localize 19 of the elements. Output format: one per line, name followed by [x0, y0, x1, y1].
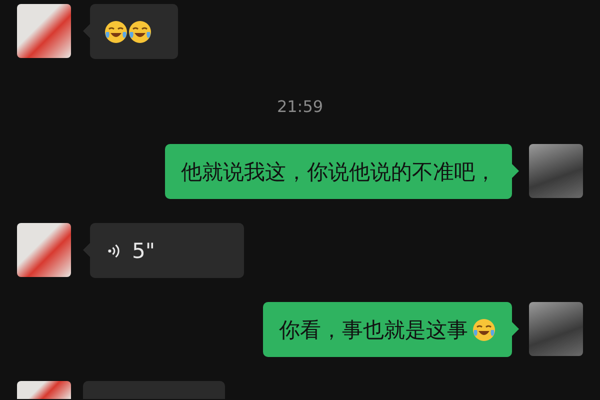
avatar-photo[interactable]	[529, 144, 583, 198]
avatar-photo[interactable]	[17, 4, 71, 58]
message-text: 他就说我这，你说他说的不准吧，	[181, 158, 496, 186]
bubble-tail	[512, 164, 519, 178]
voice-duration: 5"	[132, 238, 156, 262]
bubble-tail	[512, 322, 519, 336]
message-bubble[interactable]: 你看，事也就是这事	[263, 302, 512, 357]
laughing-tears-emoji-icon	[472, 318, 496, 342]
voice-wave-icon	[108, 242, 120, 258]
timestamp: 21:59	[276, 97, 324, 116]
voice-message-bubble[interactable]: 5"	[90, 223, 244, 278]
avatar-photo[interactable]	[529, 302, 583, 356]
avatar-photo[interactable]	[17, 381, 71, 399]
message-text: 你看，事也就是这事	[279, 316, 468, 344]
avatar-photo[interactable]	[17, 223, 71, 277]
message-bubble[interactable]: 他就说我这，你说他说的不准吧，	[165, 144, 512, 199]
emoji-message-bubble[interactable]	[90, 4, 178, 59]
laughing-tears-emoji-icon	[128, 20, 152, 44]
laughing-tears-emoji-icon	[104, 20, 128, 44]
